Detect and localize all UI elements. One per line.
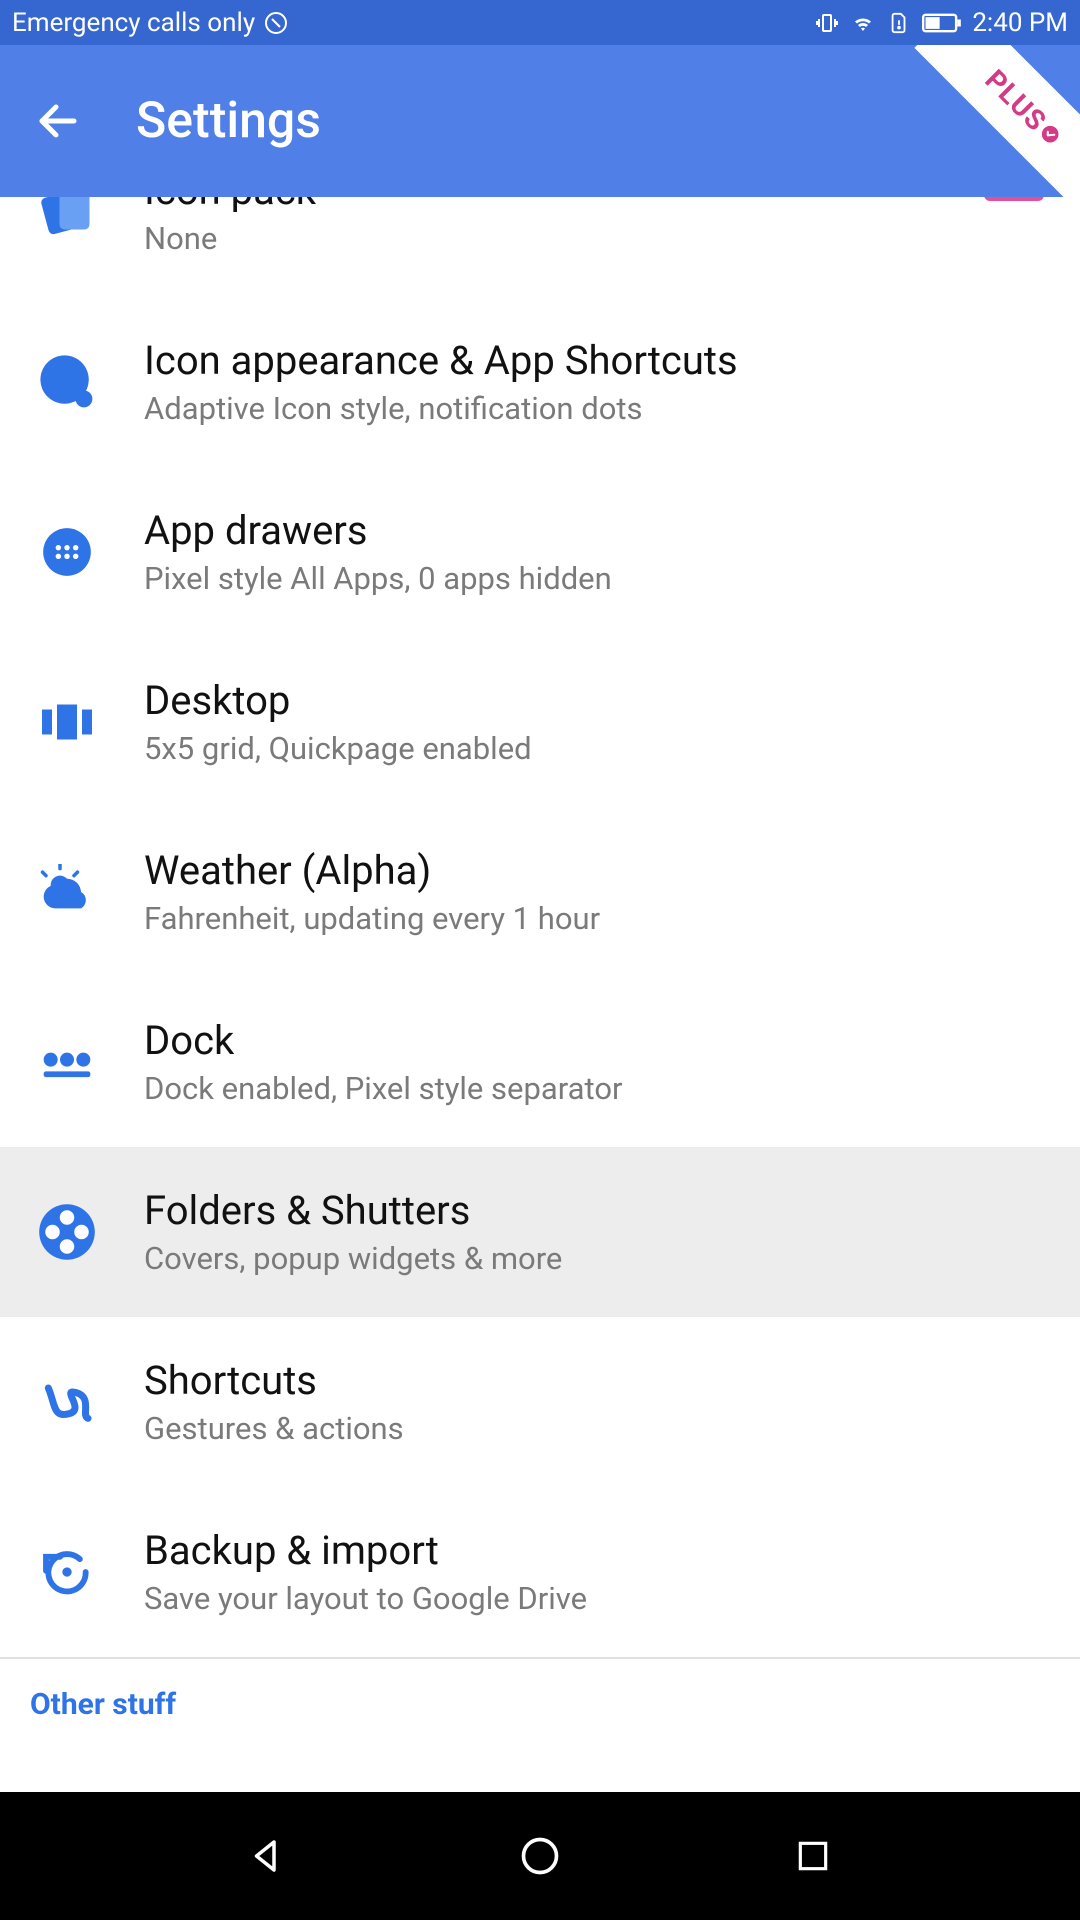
statusbar-right: 2:40 PM (814, 8, 1068, 38)
statusbar-left: Emergency calls only (12, 8, 289, 38)
vibrate-icon (814, 10, 840, 36)
settings-item-folders-shutters[interactable]: Folders & Shutters Covers, popup widgets… (0, 1147, 1080, 1317)
settings-item-title: Shortcuts (144, 1357, 1050, 1404)
nav-back-button[interactable] (238, 1827, 296, 1885)
settings-item-subtitle: None (144, 220, 944, 257)
wifi-icon (850, 10, 876, 36)
settings-item-subtitle: Adaptive Icon style, notification dots (144, 390, 1050, 427)
nav-home-button[interactable] (511, 1827, 569, 1885)
settings-item-subtitle: Covers, popup widgets & more (144, 1240, 1050, 1277)
app-drawers-icon (30, 515, 104, 589)
page-title: Settings (136, 92, 321, 150)
settings-item-icon-pack[interactable]: Icon pack None NEW (0, 197, 1080, 297)
settings-item-backup-import[interactable]: Backup & import Save your layout to Goog… (0, 1487, 1080, 1657)
system-nav-bar (0, 1792, 1080, 1920)
nav-recents-button[interactable] (784, 1827, 842, 1885)
settings-item-icon-appearance[interactable]: Icon appearance & App Shortcuts Adaptive… (0, 297, 1080, 467)
no-service-icon (263, 10, 289, 36)
battery-icon (922, 10, 962, 36)
settings-item-dock[interactable]: Dock Dock enabled, Pixel style separator (0, 977, 1080, 1147)
clock-text: 2:40 PM (972, 8, 1068, 38)
plus-ribbon[interactable]: PLUS (910, 45, 1080, 215)
new-badge: NEW (984, 197, 1044, 201)
weather-icon (30, 855, 104, 929)
back-button[interactable] (30, 93, 86, 149)
settings-item-title: Backup & import (144, 1527, 1050, 1574)
settings-item-title: Folders & Shutters (144, 1187, 1050, 1234)
settings-item-subtitle: Fahrenheit, updating every 1 hour (144, 900, 1050, 937)
settings-item-title: Icon appearance & App Shortcuts (144, 337, 1050, 384)
settings-item-title: Desktop (144, 677, 1050, 724)
section-header-other: Other stuff (0, 1657, 1080, 1734)
settings-item-title: Weather (Alpha) (144, 847, 1050, 894)
folders-icon (30, 1195, 104, 1269)
dock-icon (30, 1025, 104, 1099)
settings-item-subtitle: Save your layout to Google Drive (144, 1580, 1050, 1617)
icon-pack-icon (30, 197, 104, 249)
settings-item-app-drawers[interactable]: App drawers Pixel style All Apps, 0 apps… (0, 467, 1080, 637)
settings-item-weather[interactable]: Weather (Alpha) Fahrenheit, updating eve… (0, 807, 1080, 977)
settings-item-subtitle: 5x5 grid, Quickpage enabled (144, 730, 1050, 767)
backup-icon (30, 1535, 104, 1609)
appbar: Settings PLUS (0, 45, 1080, 197)
settings-item-shortcuts[interactable]: Shortcuts Gestures & actions (0, 1317, 1080, 1487)
statusbar: Emergency calls only 2:40 PM (0, 0, 1080, 45)
sim-alert-icon (886, 10, 912, 36)
carrier-text: Emergency calls only (12, 8, 255, 38)
settings-list[interactable]: Icon pack None NEW Icon appearance & App… (0, 197, 1080, 1792)
shortcuts-icon (30, 1365, 104, 1439)
desktop-icon (30, 685, 104, 759)
settings-item-desktop[interactable]: Desktop 5x5 grid, Quickpage enabled (0, 637, 1080, 807)
icon-appearance-icon (30, 345, 104, 419)
settings-item-title: Icon pack (144, 197, 944, 214)
settings-item-title: App drawers (144, 507, 1050, 554)
settings-item-subtitle: Dock enabled, Pixel style separator (144, 1070, 1050, 1107)
settings-item-subtitle: Pixel style All Apps, 0 apps hidden (144, 560, 1050, 597)
settings-item-subtitle: Gestures & actions (144, 1410, 1050, 1447)
settings-item-title: Dock (144, 1017, 1050, 1064)
